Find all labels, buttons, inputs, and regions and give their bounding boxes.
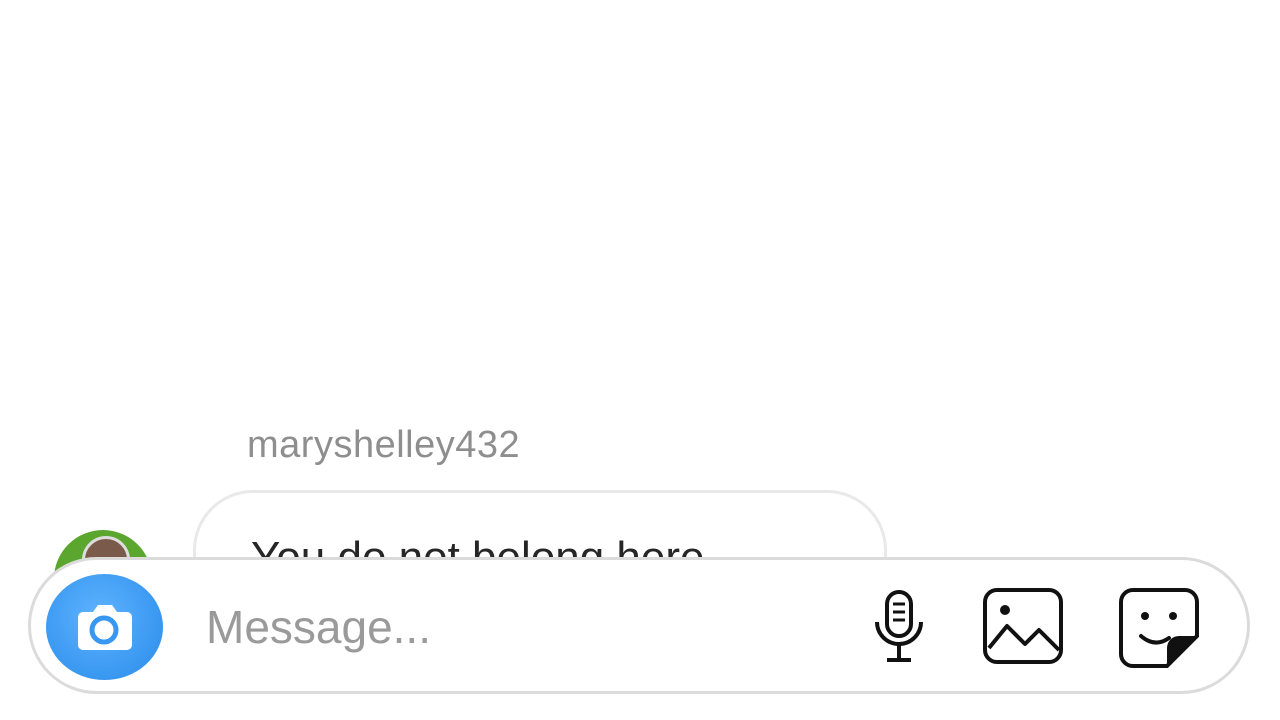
sticker-icon — [1119, 588, 1199, 668]
camera-icon — [78, 605, 132, 650]
sticker-button[interactable] — [1117, 586, 1201, 670]
camera-button[interactable] — [46, 574, 163, 680]
message-composer — [28, 557, 1250, 694]
microphone-button[interactable] — [857, 586, 941, 670]
gallery-icon — [983, 588, 1063, 664]
direct-message-thread: maryshelley432 You do not belong here — [0, 0, 1280, 720]
message-input[interactable] — [206, 592, 806, 662]
microphone-icon — [875, 590, 923, 662]
sender-username: maryshelley432 — [247, 424, 521, 466]
gallery-button[interactable] — [981, 586, 1065, 670]
